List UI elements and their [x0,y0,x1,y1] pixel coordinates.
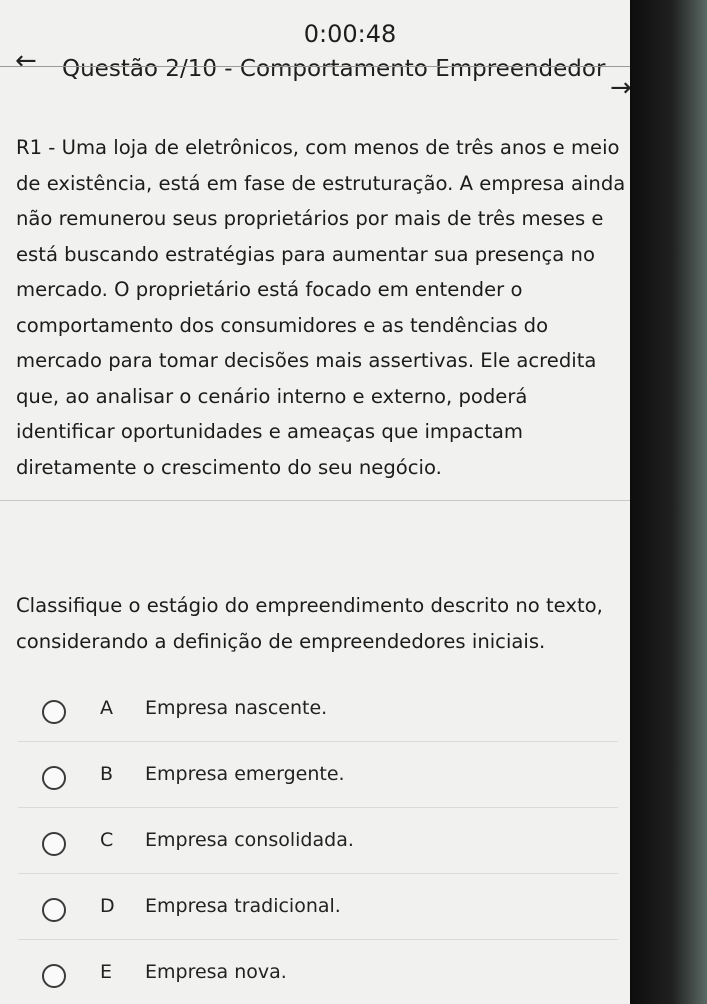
option-letter: E [100,961,113,983]
option-letter: D [100,895,115,917]
question-prompt: Classifique o estágio do empreendimento … [16,594,603,653]
timer: 0:00:48 [303,20,397,48]
header-divider [0,66,630,67]
quiz-screen: 0:00:48 ← Questão 2/10 - Comportamento E… [0,0,630,1004]
option-text: Empresa nova. [145,961,287,983]
radio-button-c[interactable] [42,832,66,856]
arrow-left-icon[interactable]: ← [15,48,47,74]
radio-button-d[interactable] [42,898,66,922]
device-bezel [630,0,707,1004]
arrow-right-icon[interactable]: → [610,74,630,102]
option-c[interactable]: C Empresa consolidada. [18,808,618,874]
option-letter: A [100,697,113,719]
option-text: Empresa emergente. [145,763,345,785]
option-letter: C [100,829,114,851]
question-statement: R1 - Uma loja de eletrônicos, com menos … [16,136,626,479]
radio-button-e[interactable] [42,964,66,988]
option-letter: B [100,763,114,785]
option-text: Empresa tradicional. [145,895,341,917]
radio-button-b[interactable] [42,766,66,790]
section-divider [0,500,630,501]
option-text: Empresa consolidada. [145,829,354,851]
option-a[interactable]: A Empresa nascente. [18,676,618,742]
option-e[interactable]: E Empresa nova. [18,940,618,1004]
option-b[interactable]: B Empresa emergente. [18,742,618,808]
option-text: Empresa nascente. [145,697,328,719]
option-d[interactable]: D Empresa tradicional. [18,874,618,940]
radio-button-a[interactable] [42,700,66,724]
question-title: Questão 2/10 - Comportamento Empreendedo… [62,56,606,82]
answer-options: A Empresa nascente. B Empresa emergente.… [18,676,618,1004]
